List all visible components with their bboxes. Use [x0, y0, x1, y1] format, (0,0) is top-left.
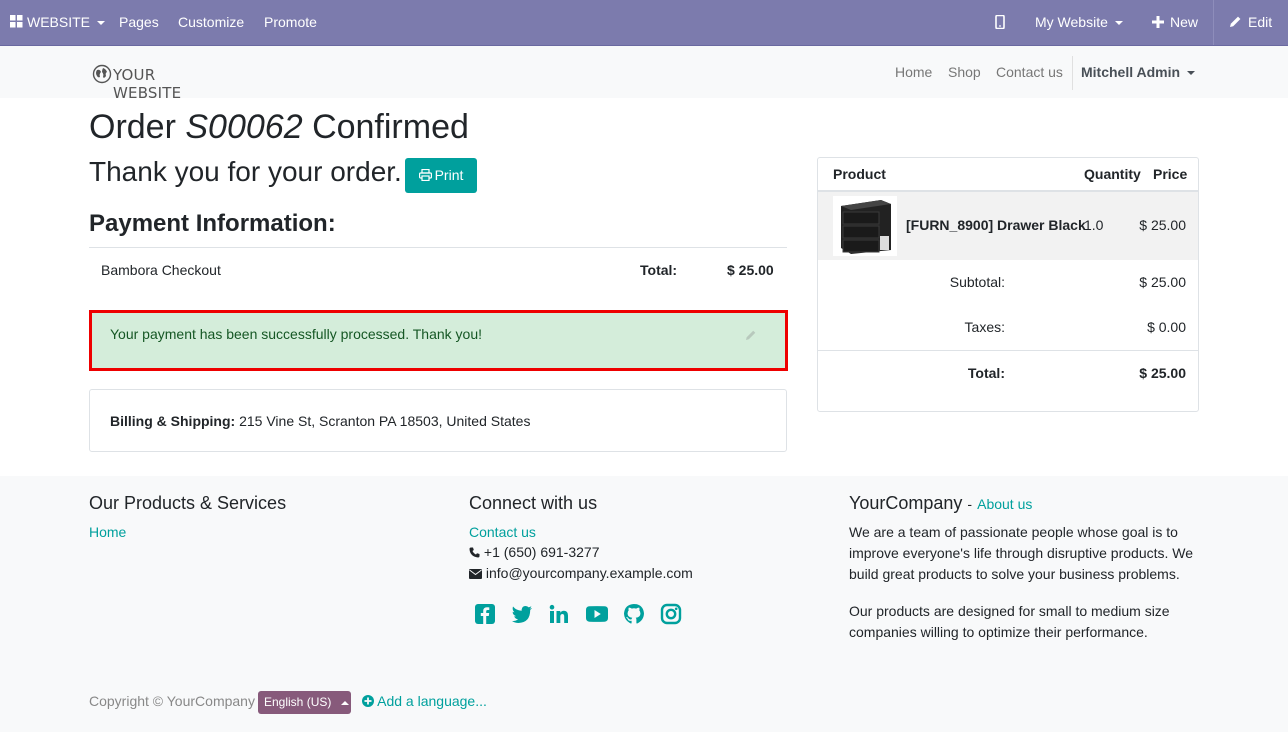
subtotal-label: Subtotal: [949, 274, 1005, 290]
facebook-icon[interactable] [474, 603, 496, 625]
thank-you-heading: Thank you for your order. [89, 156, 402, 187]
promote-menu[interactable]: Promote [264, 0, 317, 45]
order-summary-card: Product Quantity Price [FURN_8900] Drawe… [817, 157, 1199, 412]
phone-icon [469, 547, 480, 558]
mobile-icon [995, 14, 1005, 30]
edit-label: Edit [1248, 14, 1273, 30]
subtotal-value: $ 25.00 [1139, 274, 1186, 290]
chevron-down-icon [97, 21, 106, 26]
chevron-up-icon [341, 700, 350, 705]
new-button[interactable]: New [1152, 0, 1198, 45]
edit-button[interactable]: Edit [1229, 0, 1272, 45]
payment-total-value: $ 25.00 [727, 262, 774, 278]
payment-method: Bambora Checkout [101, 262, 221, 278]
pencil-icon[interactable] [745, 329, 757, 341]
youtube-icon[interactable] [585, 603, 609, 625]
product-image[interactable] [833, 196, 897, 256]
company-name: YourCompany [849, 493, 963, 513]
footer-company-heading: YourCompany - About us [849, 493, 1032, 514]
title-prefix: Order [89, 108, 176, 146]
footer-phone: +1 (650) 691-3277 [469, 542, 599, 563]
mobile-preview-button[interactable] [995, 0, 1005, 45]
success-message: Your payment has been successfully proce… [110, 326, 482, 342]
printer-icon [418, 168, 432, 182]
add-language-link[interactable]: Add a language... [362, 693, 487, 709]
footer-products-heading: Our Products & Services [89, 493, 287, 513]
customize-menu[interactable]: Customize [178, 0, 244, 45]
email-address: info@yourcompany.example.com [485, 565, 693, 581]
column-header-quantity: Quantity [1084, 166, 1141, 182]
product-price: $ 25.00 [1139, 217, 1186, 233]
user-name: Mitchell Admin [1081, 64, 1181, 80]
summary-total-value: $ 25.00 [1139, 365, 1186, 381]
billing-address: Billing & Shipping: 215 Vine St, Scranto… [110, 413, 530, 429]
about-text-1: We are a team of passionate people whose… [849, 524, 1194, 582]
instagram-icon[interactable] [660, 603, 682, 625]
nav-contact-link[interactable]: Contact us [996, 64, 1063, 80]
phone-number: +1 (650) 691-3277 [483, 544, 600, 560]
taxes-value: $ 0.00 [1147, 319, 1186, 335]
my-website-label: My Website [1035, 14, 1108, 30]
title-suffix: Confirmed [312, 108, 469, 146]
website-menu[interactable]: WEBSITE [10, 0, 106, 45]
my-website-menu[interactable]: My Website [1035, 0, 1123, 45]
column-header-product: Product [833, 166, 886, 182]
envelope-icon [469, 569, 482, 579]
column-header-price: Price [1153, 166, 1188, 182]
taxes-label: Taxes: [964, 319, 1005, 335]
company-separator: - [967, 496, 973, 512]
user-menu[interactable]: Mitchell Admin [1081, 64, 1196, 80]
total-divider [818, 350, 1198, 351]
language-selector[interactable]: English (US) [258, 691, 351, 714]
chevron-down-icon [1114, 21, 1123, 26]
payment-success-alert: Your payment has been successfully proce… [89, 310, 788, 371]
linkedin-icon[interactable] [548, 603, 570, 625]
nav-home-link[interactable]: Home [895, 64, 932, 80]
summary-total-label: Total: [967, 365, 1005, 381]
new-label: New [1170, 14, 1199, 30]
edit-separator [1213, 0, 1214, 45]
payment-heading: Payment Information: [89, 210, 336, 237]
billing-shipping-card: Billing & Shipping: 215 Vine St, Scranto… [89, 389, 787, 452]
about-us-link[interactable]: About us [977, 496, 1032, 512]
nav-shop-link[interactable]: Shop [948, 64, 981, 80]
footer-contact-link[interactable]: Contact us [469, 524, 536, 540]
print-button[interactable]: Print [405, 158, 477, 193]
product-quantity: 1.0 [1084, 217, 1104, 233]
github-icon[interactable] [623, 603, 645, 625]
product-name[interactable]: [FURN_8900] Drawer Black [906, 217, 1086, 233]
plus-circle-icon [362, 695, 374, 707]
globe-icon [92, 64, 112, 84]
about-text-2: Our products are designed for small to m… [849, 603, 1170, 640]
add-language-label: Add a language... [377, 693, 487, 709]
nav-separator [1072, 56, 1073, 90]
page-title: Order S00062 Confirmed [89, 108, 469, 147]
chevron-down-icon [1187, 71, 1196, 76]
language-label: English (US) [264, 695, 332, 709]
billing-label: Billing & Shipping: [110, 413, 236, 429]
footer-connect-heading: Connect with us [469, 493, 598, 513]
print-label: Print [434, 167, 464, 183]
payment-total-label: Total: [640, 262, 678, 278]
apps-grid-icon [10, 15, 23, 28]
plus-icon [1152, 16, 1164, 28]
footer-home-link[interactable]: Home [89, 524, 126, 540]
copyright-text: Copyright © YourCompany [89, 693, 255, 709]
pencil-icon [1230, 16, 1241, 27]
site-logo[interactable]: YOUR WEBSITE [90, 60, 227, 102]
footer-email: info@yourcompany.example.com [469, 563, 693, 584]
pages-menu[interactable]: Pages [119, 0, 159, 45]
twitter-icon[interactable] [511, 603, 533, 625]
billing-value: 215 Vine St, Scranton PA 18503, United S… [239, 413, 531, 429]
website-menu-label: WEBSITE [27, 14, 91, 30]
logo-text: YOUR WEBSITE [113, 66, 182, 102]
order-number: S00062 [185, 108, 303, 146]
admin-bar: WEBSITE Pages Customize Promote My Websi… [0, 0, 1288, 46]
divider [89, 247, 787, 248]
